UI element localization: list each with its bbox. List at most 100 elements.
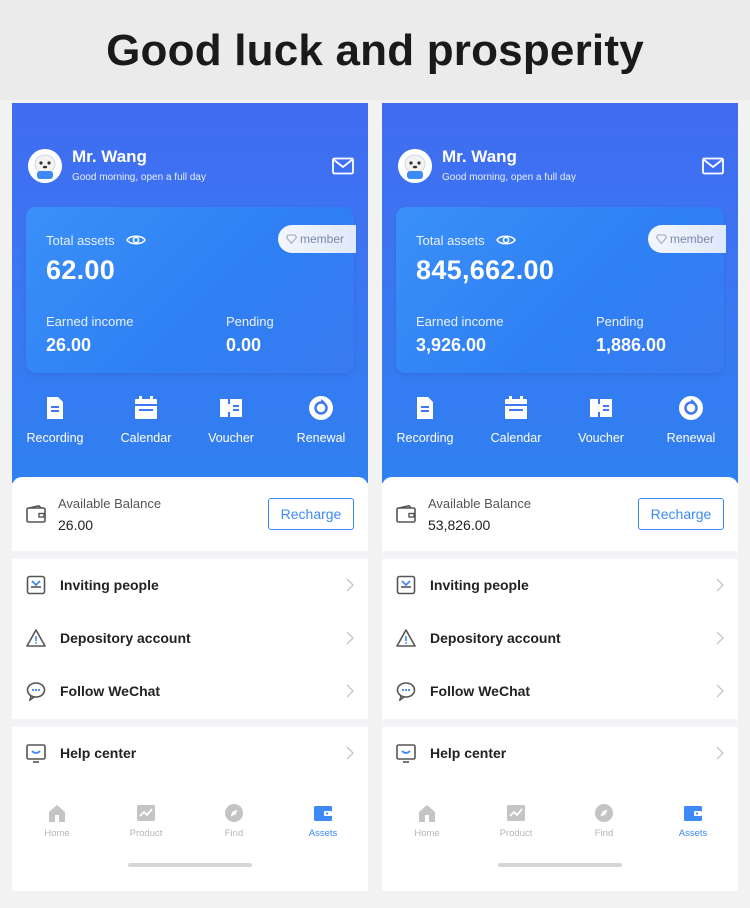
phone-screen-right: Mr. Wang Good morning, open a full day T… bbox=[382, 103, 738, 891]
phone-screen-left: Mr. Wang Good morning, open a full day T… bbox=[12, 103, 368, 891]
diamond-icon bbox=[656, 234, 667, 244]
quick-renewal[interactable]: Renewal bbox=[278, 395, 364, 445]
bottom-tab-bar: Home Product Find Assets bbox=[382, 793, 738, 891]
menu-item-inviting-people[interactable]: Inviting people bbox=[12, 559, 368, 612]
menu-item-label: Help center bbox=[430, 745, 507, 761]
tab-label: Product bbox=[499, 828, 533, 839]
menu-item-follow-wechat[interactable]: Follow WeChat bbox=[382, 665, 738, 718]
tab-label: Assets bbox=[678, 828, 708, 839]
compass-icon bbox=[595, 804, 613, 822]
assets-card: Total assets 845,662.00 member Earned in… bbox=[396, 207, 726, 373]
invite-icon bbox=[26, 575, 46, 595]
earned-income-value: 3,926.00 bbox=[416, 335, 487, 355]
wallet-icon bbox=[684, 806, 702, 821]
quick-recording[interactable]: Recording bbox=[12, 395, 98, 445]
invite-icon bbox=[396, 575, 416, 595]
ticket-icon bbox=[220, 399, 242, 417]
quick-calendar[interactable]: Calendar bbox=[473, 395, 559, 445]
chevron-right-icon bbox=[346, 578, 354, 592]
tab-find[interactable]: Find bbox=[574, 803, 634, 839]
total-assets-value: 62.00 bbox=[46, 255, 116, 285]
quick-calendar[interactable]: Calendar bbox=[103, 395, 189, 445]
document-icon bbox=[417, 397, 433, 419]
mail-icon[interactable] bbox=[332, 157, 354, 175]
tab-label: Find bbox=[594, 828, 614, 839]
menu-item-label: Inviting people bbox=[60, 577, 159, 593]
menu-item-depository-account[interactable]: Depository account bbox=[382, 612, 738, 665]
earned-income-value: 26.00 bbox=[46, 335, 92, 355]
pending-label: Pending bbox=[226, 314, 274, 329]
tab-assets[interactable]: Assets bbox=[663, 803, 723, 839]
tab-home[interactable]: Home bbox=[27, 803, 87, 839]
home-indicator bbox=[498, 863, 622, 867]
member-badge[interactable]: member bbox=[278, 225, 356, 253]
calendar-icon bbox=[505, 396, 527, 419]
quick-voucher[interactable]: Voucher bbox=[558, 395, 644, 445]
total-assets-value: 845,662.00 bbox=[416, 255, 555, 285]
tab-assets[interactable]: Assets bbox=[293, 803, 353, 839]
hero-header: Mr. Wang Good morning, open a full day T… bbox=[12, 103, 368, 483]
quick-label: Renewal bbox=[296, 431, 346, 445]
pending-label: Pending bbox=[596, 314, 644, 329]
quick-label: Calendar bbox=[120, 431, 172, 445]
menu-item-inviting-people[interactable]: Inviting people bbox=[382, 559, 738, 612]
banner: Good luck and prosperity bbox=[0, 0, 750, 100]
total-assets-label: Total assets bbox=[416, 233, 485, 248]
tab-label: Home bbox=[44, 828, 70, 839]
diamond-icon bbox=[286, 234, 297, 244]
chat-icon bbox=[396, 682, 416, 701]
tab-product[interactable]: Product bbox=[116, 803, 176, 839]
menu-item-label: Help center bbox=[60, 745, 137, 761]
user-name: Mr. Wang bbox=[442, 147, 517, 166]
greeting-text: Good morning, open a full day bbox=[442, 172, 576, 183]
tab-product[interactable]: Product bbox=[486, 803, 546, 839]
menu-item-follow-wechat[interactable]: Follow WeChat bbox=[12, 665, 368, 718]
quick-recording[interactable]: Recording bbox=[382, 395, 468, 445]
quick-label: Voucher bbox=[208, 431, 254, 445]
available-balance-label: Available Balance bbox=[428, 496, 532, 511]
tab-find[interactable]: Find bbox=[204, 803, 264, 839]
recharge-button[interactable]: Recharge bbox=[638, 498, 724, 530]
tab-label: Find bbox=[224, 828, 244, 839]
tab-home[interactable]: Home bbox=[397, 803, 457, 839]
user-name: Mr. Wang bbox=[72, 147, 147, 166]
home-indicator bbox=[128, 863, 252, 867]
quick-label: Recording bbox=[26, 431, 84, 445]
renewal-icon bbox=[679, 396, 703, 420]
earned-income-label: Earned income bbox=[416, 314, 504, 329]
pending-value: 0.00 bbox=[226, 335, 262, 355]
menu-list-help: Help center bbox=[12, 727, 368, 793]
chart-icon bbox=[137, 805, 155, 821]
menu-item-help-center[interactable]: Help center bbox=[382, 727, 738, 780]
member-badge-label: member bbox=[300, 232, 345, 246]
avatar[interactable] bbox=[28, 149, 62, 183]
wallet-icon bbox=[396, 505, 416, 523]
earned-income-label: Earned income bbox=[46, 314, 134, 329]
menu-list: Inviting people Depository account Follo… bbox=[12, 559, 368, 719]
avatar[interactable] bbox=[398, 149, 432, 183]
menu-item-help-center[interactable]: Help center bbox=[12, 727, 368, 780]
menu-item-depository-account[interactable]: Depository account bbox=[12, 612, 368, 665]
renewal-icon bbox=[309, 396, 333, 420]
quick-label: Recording bbox=[396, 431, 454, 445]
available-balance-label: Available Balance bbox=[58, 496, 162, 511]
mail-icon[interactable] bbox=[702, 157, 724, 175]
balance-card: Available Balance 53,826.00 Recharge bbox=[382, 477, 738, 551]
member-badge[interactable]: member bbox=[648, 225, 726, 253]
eye-icon[interactable] bbox=[496, 232, 516, 248]
tab-label: Product bbox=[129, 828, 163, 839]
chat-icon bbox=[26, 682, 46, 701]
chevron-right-icon bbox=[346, 631, 354, 645]
total-assets-label: Total assets bbox=[46, 233, 115, 248]
recharge-button[interactable]: Recharge bbox=[268, 498, 354, 530]
warning-icon bbox=[26, 629, 46, 647]
quick-voucher[interactable]: Voucher bbox=[188, 395, 274, 445]
eye-icon[interactable] bbox=[126, 232, 146, 248]
quick-renewal[interactable]: Renewal bbox=[648, 395, 734, 445]
chevron-right-icon bbox=[346, 684, 354, 698]
wallet-icon bbox=[26, 505, 46, 523]
greeting-text: Good morning, open a full day bbox=[72, 172, 206, 183]
balance-card: Available Balance 26.00 Recharge bbox=[12, 477, 368, 551]
menu-item-label: Inviting people bbox=[430, 577, 529, 593]
banner-title: Good luck and prosperity bbox=[106, 26, 644, 75]
